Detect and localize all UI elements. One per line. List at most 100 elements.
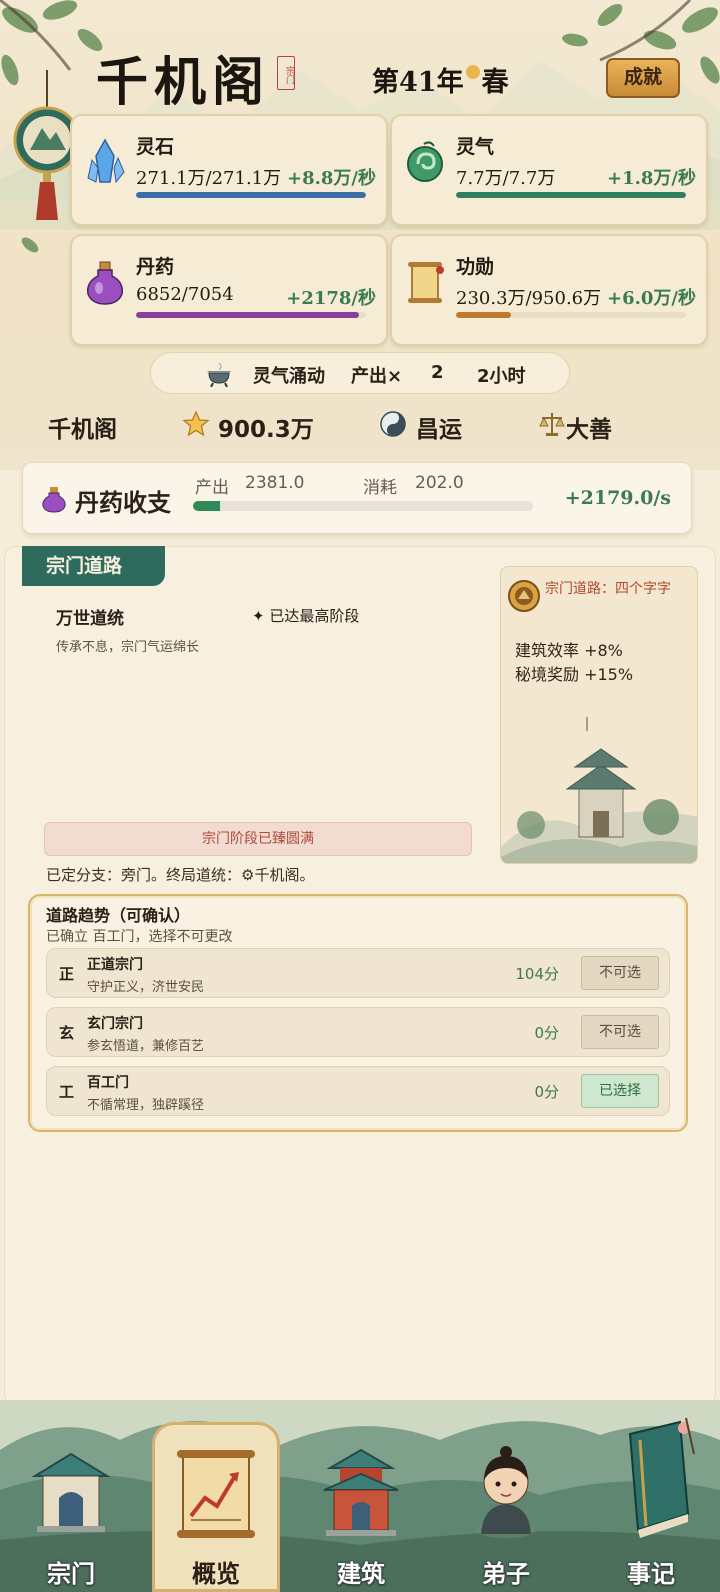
resource-amount: 230.3万/950.6万 [456, 288, 602, 309]
journal-book-icon [628, 1417, 695, 1538]
resource-name: 灵石 [136, 136, 175, 158]
medallion-icon [508, 580, 540, 612]
resource-card-spirit-stone[interactable]: 灵石 271.1万/271.1万 +8.8万/秒 [70, 114, 388, 226]
pill-balance-title: 丹药收支 [75, 489, 171, 517]
nav-label: 宗门 [47, 1560, 95, 1588]
stage-badge: ✦ 已达最高阶段 [252, 605, 359, 626]
event-name: 灵气涌动 [253, 366, 325, 387]
trend-subtitle: 已确立 百工门，选择不可更改 [46, 929, 233, 945]
option-score: 104分 [515, 965, 559, 983]
pill-output-value: 2381.0 [245, 473, 305, 493]
resource-rate: +6.0万/秒 [607, 288, 696, 309]
sect-gate-icon [31, 1452, 111, 1532]
option-unavailable-button[interactable]: 不可选 [581, 956, 659, 990]
event-duration: 2小时 [477, 366, 526, 387]
option-glyph: 正 [59, 965, 75, 983]
scroll-icon [408, 262, 444, 303]
yin-yang-icon [380, 411, 406, 437]
pill-consume-label: 消耗 [363, 478, 397, 498]
sect-seal-stamp: 宗门 [277, 56, 295, 90]
achievements-button[interactable]: 成就 [606, 58, 680, 98]
season-moon-icon [465, 65, 480, 79]
sect-info-strip: 千机阁 900.3万 昌运 大善 [0, 398, 720, 456]
sect-prestige: 900.3万 [218, 417, 314, 443]
resource-card-spirit-qi[interactable]: 灵气 7.7万/7.7万 +1.8万/秒 [390, 114, 708, 226]
trend-option-artisan[interactable]: 工 百工门 不循常理，独辟蹊径 0分 已选择 [46, 1066, 670, 1116]
game-date: 第41年春 [372, 60, 509, 99]
option-score: 0分 [534, 1083, 559, 1101]
path-bonus-building: 建筑效率 +8% [515, 641, 623, 660]
nav-label: 概览 [192, 1560, 240, 1588]
pill-output-label: 产出 [195, 478, 229, 498]
resource-progress-bar [136, 312, 366, 318]
prestige-star-icon [182, 410, 210, 437]
nav-label: 建筑 [337, 1560, 385, 1588]
event-output-label: 产出× [351, 366, 403, 387]
incense-burner-icon [207, 362, 231, 387]
resource-rate: +1.8万/秒 [607, 168, 696, 189]
resource-card-pills[interactable]: 丹药 6852/7054 +2178/秒 [70, 234, 388, 346]
pill-balance-panel: 丹药收支 产出 2381.0 消耗 202.0 +2179.0/s [22, 462, 692, 534]
option-unavailable-button[interactable]: 不可选 [581, 1015, 659, 1049]
resource-progress-bar [136, 192, 366, 198]
option-description: 守护正义，济世安民 [87, 980, 205, 995]
resource-card-merit[interactable]: 功勋 230.3万/950.6万 +6.0万/秒 [390, 234, 708, 346]
option-name: 正道宗门 [87, 957, 143, 973]
trend-option-mystic[interactable]: 玄 玄门宗门 参玄悟道，兼修百艺 0分 不可选 [46, 1007, 670, 1057]
resource-amount: 7.7万/7.7万 [456, 168, 556, 189]
pavilion-icon [323, 1448, 399, 1536]
nav-journal[interactable]: 事记 [586, 1406, 716, 1592]
path-bonus-card: 宗门道路：四个字字 建筑效率 +8% 秘境奖励 +15% [500, 566, 698, 864]
option-glyph: 工 [59, 1083, 75, 1101]
option-description: 不循常理，独辟蹊径 [87, 1098, 205, 1113]
year-label: 第41年 [372, 67, 464, 98]
resource-progress-bar [456, 312, 686, 318]
sect-info-name: 千机阁 [48, 417, 117, 443]
app-screen: 千机阁 宗门 第41年春 成就 灵石 271.1万/271.1万 +8.8万/秒… [0, 0, 720, 1592]
pill-consume-value: 202.0 [415, 473, 464, 493]
nav-sect[interactable]: 宗门 [6, 1406, 136, 1592]
active-event-banner[interactable]: 灵气涌动 产出× 2 2小时 [150, 352, 570, 394]
season-label: 春 [481, 67, 509, 98]
option-name: 百工门 [87, 1075, 129, 1091]
pavilion-landscape-illustration [501, 717, 697, 863]
nav-overview[interactable]: 概览 [151, 1406, 281, 1592]
nav-label: 事记 [627, 1560, 675, 1588]
stage-description: 传承不息，宗门气运绵长 [56, 640, 200, 655]
resource-name: 功勋 [456, 256, 495, 278]
nav-disciples[interactable]: 弟子 [441, 1406, 571, 1592]
nav-buildings[interactable]: 建筑 [296, 1406, 426, 1592]
disciple-portrait-icon [476, 1446, 536, 1538]
path-trend-panel: 道路趋势（可确认） 已确立 百工门，选择不可更改 正 正道宗门 守护正义，济世安… [28, 894, 688, 1132]
option-score: 0分 [534, 1024, 559, 1042]
potion-flask-icon [42, 487, 66, 513]
event-multiplier: 2 [431, 362, 444, 383]
option-selected-button[interactable]: 已选择 [581, 1074, 659, 1108]
resource-name: 灵气 [456, 136, 495, 158]
overview-scroll-icon [177, 1450, 255, 1538]
sect-morality: 大善 [566, 417, 612, 443]
potion-flask-icon [86, 261, 124, 305]
jade-swirl-icon [407, 141, 443, 182]
trend-title: 道路趋势（可确认） [46, 906, 191, 925]
pill-net-rate: +2179.0/s [564, 487, 671, 509]
resource-rate: +2178/秒 [286, 288, 376, 309]
nav-label: 弟子 [482, 1560, 530, 1588]
resource-amount: 6852/7054 [136, 284, 234, 305]
diamond-star-icon: ✦ [252, 607, 270, 625]
tab-sect-path[interactable]: 宗门道路 [22, 546, 165, 586]
path-bonus-realm: 秘境奖励 +15% [515, 665, 634, 684]
stage-complete-bar: 宗门阶段已臻圆满 [44, 822, 472, 856]
balance-scale-icon [539, 413, 565, 436]
crystal-icon [87, 138, 125, 184]
sect-title: 千机阁 [96, 52, 271, 113]
branch-summary: 已定分支：旁门。终局道统：⚙千机阁。 [46, 866, 315, 884]
option-name: 玄门宗门 [87, 1016, 143, 1032]
stage-badge-text: 已达最高阶段 [269, 607, 360, 625]
resource-amount: 271.1万/271.1万 [136, 168, 282, 189]
option-description: 参玄悟道，兼修百艺 [87, 1039, 205, 1054]
trend-option-righteous[interactable]: 正 正道宗门 守护正义，济世安民 104分 不可选 [46, 948, 670, 998]
sect-fortune: 昌运 [416, 417, 462, 443]
option-glyph: 玄 [59, 1024, 75, 1042]
pill-consume-bar [193, 501, 533, 511]
